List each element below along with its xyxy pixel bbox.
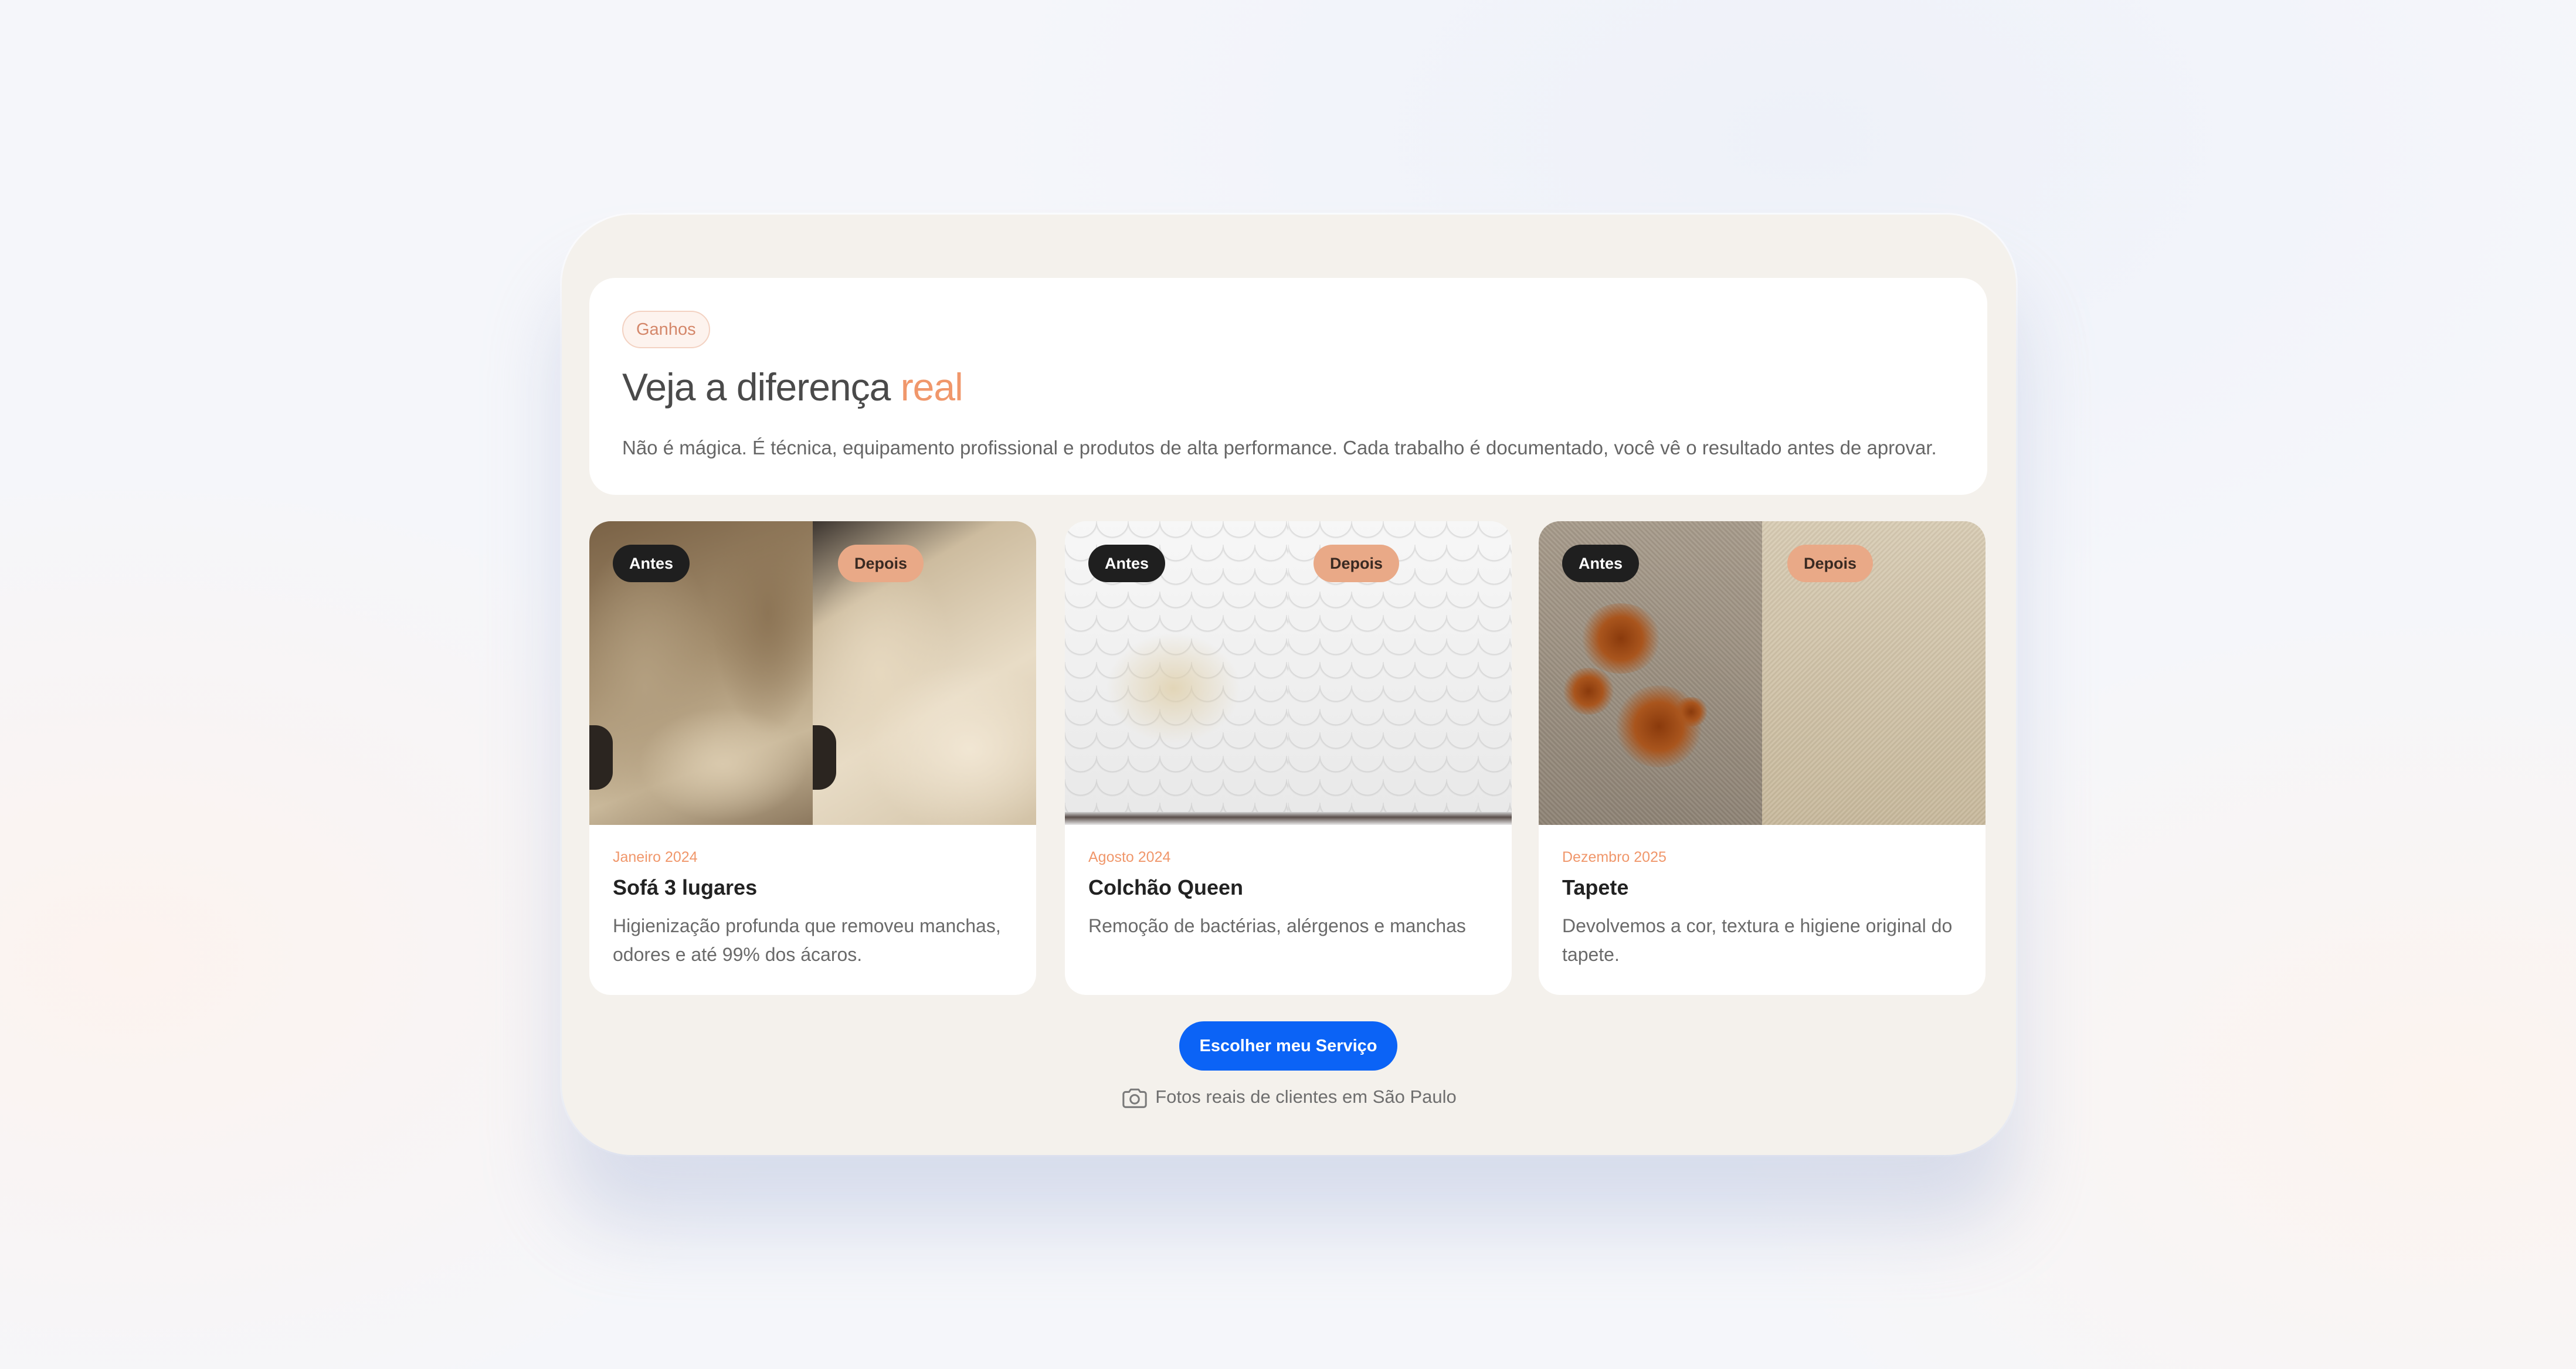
carpet-stain [1674,697,1709,726]
before-badge: Antes [1562,545,1640,582]
sofa-armrest-shadow [813,725,836,790]
sofa-armrest-shadow [589,725,613,790]
title-accent: real [900,365,963,409]
card-description: Remoção de bactérias, alérgenos e mancha… [1088,915,1466,936]
photos-footnote: Fotos reais de clientes em São Paulo [562,1084,2016,1110]
card-body: Agosto 2024 Colchão Queen Remoção de bac… [1065,825,1512,940]
carpet-stain [1562,668,1615,715]
card-date: Janeiro 2024 [613,849,698,865]
result-card-mattress: Antes Depois Agosto 2024 Colchão Queen R… [1065,521,1512,995]
card-body: Janeiro 2024 Sofá 3 lugares Higienização… [589,825,1036,969]
title-main: Veja a diferença [622,365,891,409]
choose-service-button[interactable]: Escolher meu Serviço [1179,1021,1397,1071]
section-subtitle: Não é mágica. É técnica, equipamento pro… [622,437,1937,458]
before-badge: Antes [1088,545,1166,582]
before-badge: Antes [613,545,690,582]
results-section: Ganhos Veja a diferença real Não é mágic… [562,215,2016,1155]
section-tag: Ganhos [622,311,710,348]
card-date: Dezembro 2025 [1562,849,1667,865]
card-title: Colchão Queen [1088,875,1244,899]
mattress-edge [1065,812,1512,825]
card-description: Higienização profunda que removeu mancha… [613,915,1001,965]
before-after-photo: Antes Depois [1065,521,1512,825]
section-title: Veja a diferença real [622,364,1954,410]
results-cards: Antes Depois Janeiro 2024 Sofá 3 lugares… [589,521,1987,995]
result-card-sofa: Antes Depois Janeiro 2024 Sofá 3 lugares… [589,521,1036,995]
card-title: Tapete [1562,875,1629,899]
after-badge: Depois [1787,545,1874,582]
before-after-photo: Antes Depois [1539,521,1986,825]
card-description: Devolvemos a cor, textura e higiene orig… [1562,915,1953,965]
card-title: Sofá 3 lugares [613,875,758,899]
mattress-stain [1106,633,1241,744]
footnote-text: Fotos reais de clientes em São Paulo [1155,1086,1457,1107]
before-after-photo: Antes Depois [589,521,1036,825]
card-date: Agosto 2024 [1088,849,1171,865]
carpet-stain [1580,603,1662,674]
card-body: Dezembro 2025 Tapete Devolvemos a cor, t… [1539,825,1986,969]
result-card-carpet: Antes Depois Dezembro 2025 Tapete Devolv… [1539,521,1986,995]
camera-icon [1122,1088,1147,1108]
after-badge: Depois [1314,545,1400,582]
after-badge: Depois [838,545,924,582]
section-header: Ganhos Veja a diferença real Não é mágic… [589,278,1987,495]
